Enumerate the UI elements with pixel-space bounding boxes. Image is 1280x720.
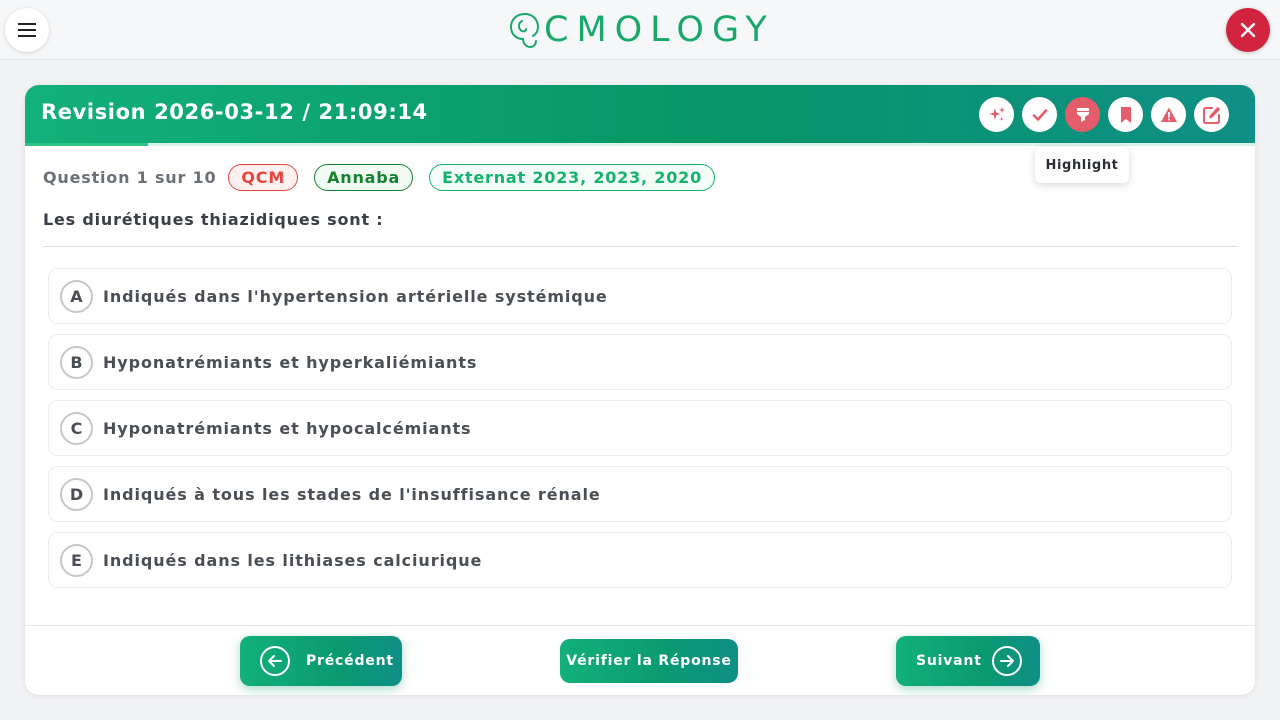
option-d[interactable]: D Indiqués à tous les stades de l'insuff…	[48, 466, 1232, 522]
note-button[interactable]	[1194, 97, 1229, 132]
close-icon	[1240, 22, 1256, 38]
highlight-tooltip: Highlight	[1035, 147, 1129, 183]
previous-button[interactable]: Précédent	[240, 636, 402, 686]
highlight-button[interactable]	[1065, 97, 1100, 132]
faculty-badge: Annaba	[314, 163, 414, 191]
question-meta: Question 1 sur 10 QCM Annaba Externat 20…	[43, 163, 731, 191]
option-letter: D	[60, 477, 93, 511]
bookmark-icon	[1120, 106, 1131, 123]
menu-button[interactable]	[5, 8, 49, 52]
report-button[interactable]	[1151, 97, 1186, 132]
logo-icon	[509, 13, 540, 49]
option-letter: E	[60, 543, 93, 577]
footer-divider	[25, 625, 1255, 626]
revision-title: Revision 2026-03-12 / 21:09:14	[41, 100, 428, 124]
option-text: Hyponatrémiants et hyperkaliémiants	[103, 352, 478, 372]
card-header: Revision 2026-03-12 / 21:09:14	[25, 85, 1255, 146]
check-icon	[1032, 108, 1047, 121]
next-button[interactable]: Suivant	[896, 636, 1040, 686]
option-b[interactable]: B Hyponatrémiants et hyperkaliémiants	[48, 334, 1232, 390]
previous-label: Précédent	[306, 653, 394, 669]
exam-years-badge: Externat 2023, 2023, 2020	[429, 163, 716, 191]
question-divider	[43, 246, 1238, 247]
option-text: Indiqués dans l'hypertension artérielle …	[103, 286, 608, 306]
question-counter: Question 1 sur 10	[43, 167, 217, 187]
hamburger-menu-icon	[18, 23, 36, 37]
option-letter: B	[60, 345, 93, 379]
option-letter: C	[60, 411, 93, 445]
arrow-left-icon	[260, 646, 290, 676]
arrow-right-icon	[992, 646, 1022, 676]
option-e[interactable]: E Indiqués dans les lithiases calciuriqu…	[48, 532, 1232, 588]
highlight-icon	[1076, 107, 1089, 122]
app-logo: CMOLOGY	[508, 10, 775, 50]
bookmark-button[interactable]	[1108, 97, 1143, 132]
warning-icon	[1160, 107, 1177, 122]
question-card: Revision 2026-03-12 / 21:09:14 Highlight…	[25, 85, 1255, 695]
question-type-badge: QCM	[228, 163, 299, 191]
ai-assist-button[interactable]	[979, 97, 1014, 132]
progress-indicator	[25, 143, 148, 146]
option-text: Hyponatrémiants et hypocalcémiants	[103, 418, 472, 438]
question-text: Les diurétiques thiazidiques sont :	[43, 210, 384, 229]
top-bar: CMOLOGY	[0, 0, 1280, 60]
option-letter: A	[60, 279, 93, 313]
check-answer-label: Vérifier la Réponse	[566, 653, 732, 669]
option-c[interactable]: C Hyponatrémiants et hypocalcémiants	[48, 400, 1232, 456]
mark-done-button[interactable]	[1022, 97, 1057, 132]
next-label: Suivant	[916, 653, 982, 669]
edit-note-icon	[1202, 106, 1220, 124]
close-button[interactable]	[1226, 8, 1270, 52]
option-a[interactable]: A Indiqués dans l'hypertension artériell…	[48, 268, 1232, 324]
logo-text: CMOLOGY	[544, 10, 775, 50]
check-answer-button[interactable]: Vérifier la Réponse	[560, 639, 738, 683]
option-text: Indiqués à tous les stades de l'insuffis…	[103, 484, 601, 504]
sparkle-icon	[988, 106, 1005, 121]
option-text: Indiqués dans les lithiases calciurique	[103, 550, 483, 570]
